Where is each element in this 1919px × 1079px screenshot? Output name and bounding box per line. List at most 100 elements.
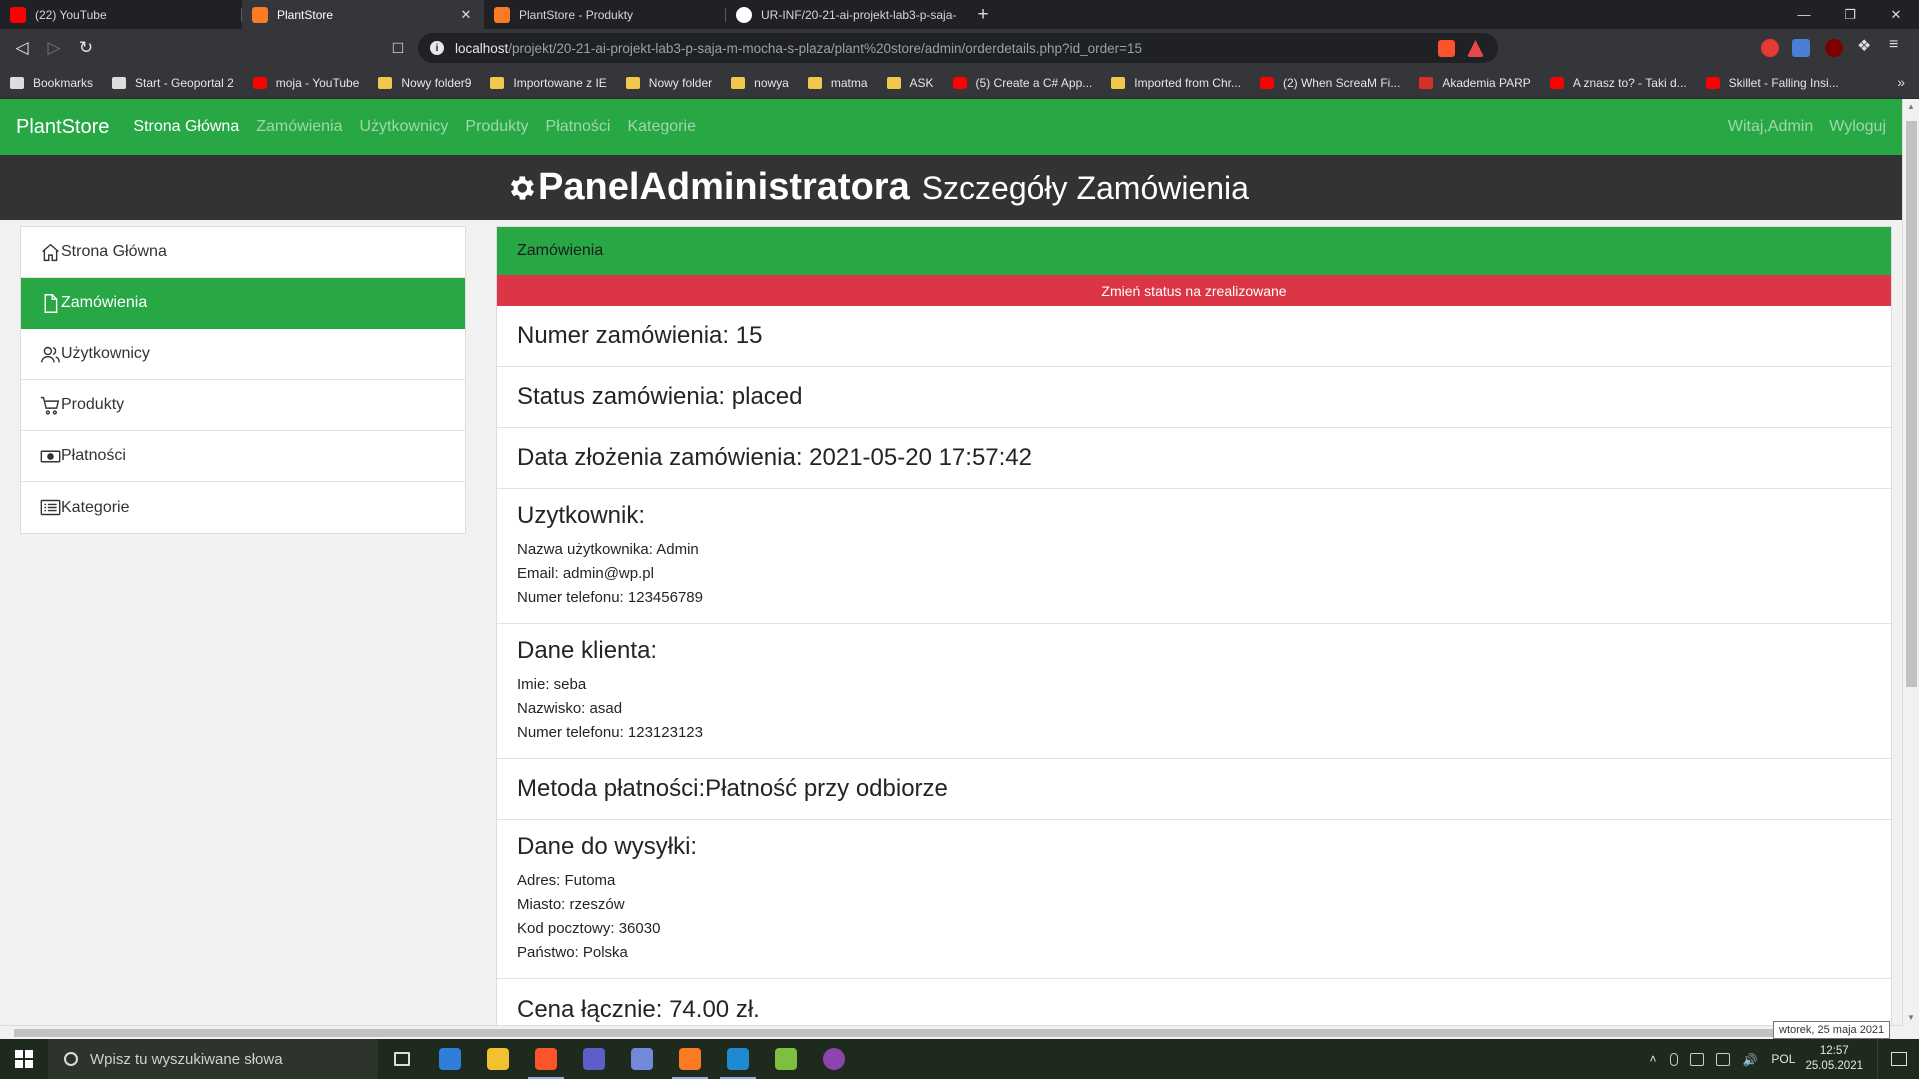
sidebar-item-home[interactable]: Strona Główna — [21, 227, 465, 278]
bookmark-folder[interactable]: Nowy folder9 — [378, 76, 471, 90]
xampp-icon — [252, 6, 268, 23]
sidebar-item-products[interactable]: Produkty — [21, 380, 465, 431]
folder-icon — [625, 76, 640, 89]
back-icon[interactable]: ◁ — [6, 32, 38, 64]
browser-tab-strip: (22) YouTube PlantStore ✕ PlantStore - P… — [0, 0, 1919, 29]
bookmark-item[interactable]: Bookmarks — [10, 76, 93, 90]
adblock-extension-icon[interactable] — [1761, 39, 1779, 57]
sidebar-item-orders[interactable]: Zamówienia — [21, 278, 465, 329]
clock-time: 12:57 — [1819, 1045, 1849, 1057]
vscode-icon[interactable] — [714, 1039, 762, 1079]
more-bookmarks-icon[interactable]: » — [1897, 74, 1905, 90]
site-brand[interactable]: PlantStore — [16, 116, 109, 139]
translate-extension-icon[interactable] — [1792, 39, 1810, 57]
payment-method: Metoda płatności:Płatność przy odbiorze — [517, 775, 948, 802]
bookmark-item[interactable]: Start - Geoportal 2 — [112, 76, 234, 90]
bookmark-item[interactable]: (5) Create a C# App... — [952, 76, 1092, 90]
file-explorer-icon[interactable] — [474, 1039, 522, 1079]
nav-link-users[interactable]: Użytkownicy — [360, 118, 449, 136]
close-window-icon[interactable]: ✕ — [1873, 0, 1919, 29]
bookmark-item[interactable]: Skillet - Falling Insi... — [1705, 76, 1839, 90]
sidebar-item-users[interactable]: Użytkownicy — [21, 329, 465, 380]
discord-icon[interactable] — [618, 1039, 666, 1079]
nav-link-payments[interactable]: Płatności — [546, 118, 611, 136]
chevron-up-icon[interactable]: ˄ — [1649, 1052, 1656, 1066]
browser-tab[interactable]: UR-INF/20-21-ai-projekt-lab3-p-saja- — [726, 0, 968, 29]
brave-rewards-icon[interactable] — [1467, 40, 1484, 57]
change-status-button[interactable]: Zmień status na zrealizowane — [497, 275, 1891, 306]
nav-link-home[interactable]: Strona Główna — [133, 118, 239, 136]
bookmark-item[interactable]: A znasz to? - Taki d... — [1549, 76, 1687, 90]
close-tab-icon[interactable]: ✕ — [458, 7, 474, 23]
order-details-card: Zamówienia Zmień status na zrealizowane … — [496, 226, 1892, 1025]
youtube-icon — [1549, 76, 1564, 89]
sidebar-item-payments[interactable]: Płatności — [21, 431, 465, 482]
nav-link-products[interactable]: Produkty — [465, 118, 528, 136]
search-placeholder: Wpisz tu wyszukiwane słowa — [90, 1050, 283, 1068]
todo-app-icon[interactable] — [426, 1039, 474, 1079]
vertical-scrollbar[interactable]: ▲ ▼ — [1902, 99, 1919, 1025]
bookmark-item[interactable]: (2) When ScreaM Fi... — [1259, 76, 1400, 90]
start-button[interactable] — [0, 1039, 48, 1079]
order-status-section: Status zamówienia: placed — [497, 367, 1891, 428]
minimize-icon[interactable]: — — [1781, 0, 1827, 29]
site-navbar: PlantStore Strona Główna Zamówienia Użyt… — [0, 99, 1902, 155]
reload-icon[interactable]: ↻ — [70, 32, 102, 64]
notepad-icon[interactable] — [762, 1039, 810, 1079]
folder-icon — [490, 76, 505, 89]
bookmark-page-icon[interactable]: □ — [382, 32, 414, 64]
notifications-icon[interactable] — [1877, 1039, 1919, 1079]
windows-taskbar: Wpisz tu wyszukiwane słowa ˄ 🔊 POL 12:57… — [0, 1039, 1919, 1079]
tab-title: (22) YouTube — [35, 7, 107, 22]
restore-icon[interactable]: ❐ — [1827, 0, 1873, 29]
address-bar[interactable]: i localhost/projekt/20-21-ai-projekt-lab… — [418, 33, 1498, 63]
github-desktop-icon[interactable] — [810, 1039, 858, 1079]
taskbar-clock[interactable]: 12:57 25.05.2021 — [1805, 1044, 1863, 1074]
bookmark-folder[interactable]: Nowy folder — [625, 76, 712, 90]
horizontal-scrollbar[interactable] — [0, 1025, 1902, 1039]
scroll-down-icon[interactable]: ▼ — [1907, 1013, 1915, 1022]
bookmark-item[interactable]: Akademia PARP — [1419, 76, 1531, 90]
network-icon[interactable] — [1690, 1052, 1705, 1066]
extensions-puzzle-icon[interactable]: ❖ — [1857, 36, 1875, 55]
browser-tab-active[interactable]: PlantStore ✕ — [242, 0, 484, 29]
scroll-thumb[interactable] — [14, 1029, 1786, 1037]
page-header: PanelAdministratora Szczegóły Zamówienia — [0, 155, 1902, 220]
browser-tab[interactable]: PlantStore - Produkty — [484, 0, 726, 29]
xampp-icon[interactable] — [666, 1039, 714, 1079]
new-tab-button[interactable]: + — [968, 0, 998, 29]
document-icon — [44, 293, 58, 313]
bookmark-item[interactable]: moja - YouTube — [252, 76, 359, 90]
ublock-extension-icon[interactable] — [1825, 39, 1843, 57]
forward-icon[interactable]: ▷ — [38, 32, 70, 64]
browser-tab[interactable]: (22) YouTube — [0, 0, 242, 29]
nav-link-categories[interactable]: Kategorie — [627, 118, 696, 136]
bookmark-folder[interactable]: ASK — [886, 76, 934, 90]
microphone-icon[interactable] — [1670, 1052, 1679, 1066]
display-icon[interactable] — [1716, 1052, 1731, 1066]
volume-icon[interactable]: 🔊 — [1742, 1053, 1757, 1067]
bookmark-folder[interactable]: matma — [807, 76, 868, 90]
bookmark-folder[interactable]: nowya — [731, 76, 789, 90]
task-view-icon[interactable] — [378, 1039, 426, 1079]
scroll-thumb[interactable] — [1906, 121, 1917, 687]
brave-shield-icon[interactable] — [1438, 40, 1455, 57]
sidebar-item-categories[interactable]: Kategorie — [21, 482, 465, 533]
taskbar-search[interactable]: Wpisz tu wyszukiwane słowa — [48, 1039, 378, 1079]
folder-icon — [886, 76, 901, 89]
nav-greeting[interactable]: Witaj,Admin — [1728, 118, 1813, 136]
input-language[interactable]: POL — [1771, 1052, 1795, 1066]
site-info-icon[interactable]: i — [430, 41, 444, 55]
bookmark-folder[interactable]: Importowane z IE — [490, 76, 607, 90]
nav-logout[interactable]: Wyloguj — [1829, 118, 1886, 136]
nav-link-orders[interactable]: Zamówienia — [256, 118, 342, 136]
scroll-up-icon[interactable]: ▲ — [1907, 102, 1915, 111]
menu-icon[interactable]: ≡ — [1889, 36, 1907, 54]
xampp-icon — [494, 6, 510, 23]
brave-browser-icon[interactable] — [522, 1039, 570, 1079]
bookmark-folder[interactable]: Imported from Chr... — [1111, 76, 1241, 90]
order-status: Status zamówienia: placed — [517, 383, 803, 410]
window-controls: — ❐ ✕ — [1781, 0, 1919, 29]
teams-icon[interactable] — [570, 1039, 618, 1079]
folder-icon — [1111, 76, 1126, 89]
